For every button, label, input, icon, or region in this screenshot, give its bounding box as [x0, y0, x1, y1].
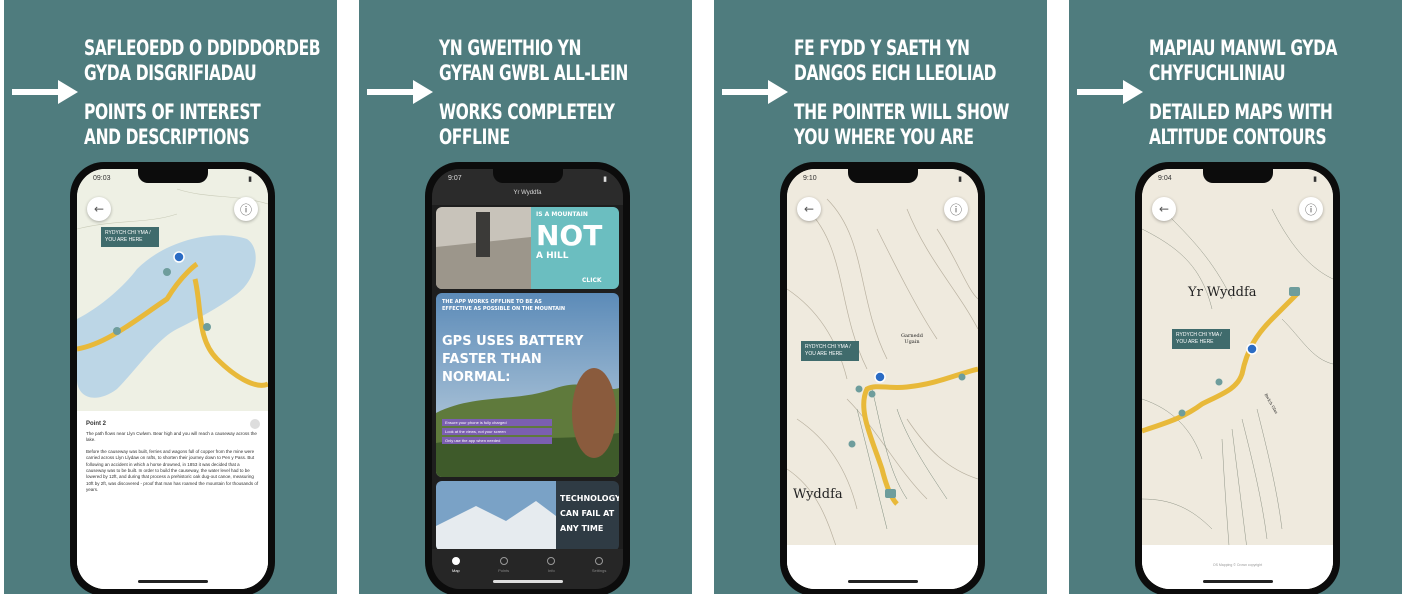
phone-frame: 9:10 ▮ ← ⓘ RYDYCH CHI YMA / YOU ARE HERE…	[780, 162, 985, 594]
pointer-arrow-icon	[722, 80, 788, 104]
tab-points[interactable]: Points	[489, 557, 519, 573]
battery-headline: GPS USES BATTERY FASTER THAN NORMAL:	[442, 334, 584, 385]
map-place-label: Wyddfa	[793, 487, 843, 502]
tip-item: Only use the app when needed	[442, 437, 552, 444]
status-time: 9:04	[1158, 175, 1172, 182]
you-are-here-label: RYDYCH CHI YMA / YOU ARE HERE	[101, 227, 159, 247]
caption-welsh: MAPIAU MANWL GYDA CHYFUCHLINIAU	[1149, 36, 1338, 85]
phone-notch	[137, 169, 208, 183]
feed-card-technology[interactable]: TECHNOLOGY CAN FAIL AT ANY TIME	[436, 481, 619, 551]
gear-icon	[595, 557, 604, 565]
phone-notch	[1202, 169, 1273, 183]
caption-welsh: SAFLEOEDD O DDIDDORDEB GYDA DISGRIFIADAU	[84, 36, 321, 85]
caption-welsh: FE FYDD Y SAETH YN DANGOS EICH LLEOLIAD	[794, 36, 997, 85]
nav-title: Yr Wyddfa	[513, 190, 542, 196]
map-attribution: OS Mapping © Crown copyright	[1212, 563, 1263, 567]
points-tab-icon	[499, 557, 508, 565]
offline-note: THE APP WORKS OFFLINE TO BE AS EFFECTIVE…	[442, 299, 566, 312]
pointer-arrow-icon	[367, 80, 433, 104]
caption-welsh: YN GWEITHIO YN GYFAN GWBL ALL-LEIN	[439, 36, 628, 85]
battery-icon: ▮	[603, 176, 607, 183]
home-indicator[interactable]	[492, 580, 563, 583]
feed-card-mountain[interactable]: IS A MOUNTAIN NOT A HILL CLICK	[436, 207, 619, 289]
tab-map[interactable]: Map	[441, 557, 471, 573]
promo-panel-points-of-interest: SAFLEOEDD O DDIDDORDEB GYDA DISGRIFIADAU …	[4, 0, 337, 594]
tab-label: Settings	[591, 568, 607, 573]
back-arrow-icon[interactable]: ←	[797, 197, 821, 221]
home-indicator[interactable]	[137, 580, 208, 583]
back-arrow-icon[interactable]: ←	[87, 197, 111, 221]
map-tab-icon	[451, 557, 460, 565]
back-arrow-icon[interactable]: ←	[1152, 197, 1176, 221]
caption-english: THE POINTER WILL SHOW YOU WHERE YOU ARE	[794, 100, 1009, 149]
promo-panel-pointer: FE FYDD Y SAETH YN DANGOS EICH LLEOLIAD T…	[714, 0, 1047, 594]
point-description: The path flows near Llyn Cwlwm. Bear hig…	[86, 431, 257, 443]
status-time: 09:03	[93, 175, 111, 182]
tab-label: Info	[548, 568, 555, 573]
map-place-label: Garnedd Ugain	[901, 333, 923, 345]
caption-english: WORKS COMPLETELY OFFLINE	[439, 100, 615, 149]
point-detail-sheet: Point 2 The path flows near Llyn Cwlwm. …	[77, 411, 268, 589]
tab-info[interactable]: Info	[536, 557, 566, 573]
phone-notch	[847, 169, 918, 183]
caption-english: POINTS OF INTEREST AND DESCRIPTIONS	[84, 100, 261, 149]
home-indicator[interactable]	[1202, 580, 1273, 583]
status-time: 9:10	[803, 175, 817, 182]
feed-card-battery[interactable]: THE APP WORKS OFFLINE TO BE AS EFFECTIVE…	[436, 293, 619, 477]
tab-label: Map	[451, 568, 460, 573]
card-text-sub: A HILL	[536, 251, 569, 261]
technology-warning: TECHNOLOGY CAN FAIL AT ANY TIME	[560, 494, 619, 533]
tab-label: Points	[498, 568, 510, 573]
tip-item: Ensure your phone is fully charged	[442, 419, 552, 426]
map-place-label: Yr Wyddfa	[1188, 285, 1257, 300]
phone-frame: 9:07 ▮ Yr Wyddfa IS A MOUNTAIN NOT A HIL…	[425, 162, 630, 594]
tab-settings[interactable]: Settings	[584, 557, 614, 573]
info-icon[interactable]: ⓘ	[234, 197, 258, 221]
phone-notch	[492, 169, 563, 183]
caption-english: DETAILED MAPS WITH ALTITUDE CONTOURS	[1149, 100, 1333, 149]
pointer-arrow-icon	[1077, 80, 1143, 104]
point-title: Point 2	[86, 421, 107, 427]
tab-bar: Map Points Info Settings	[432, 549, 623, 589]
you-are-here-label: RYDYCH CHI YMA / YOU ARE HERE	[801, 341, 859, 361]
info-icon[interactable]: ⓘ	[944, 197, 968, 221]
click-label[interactable]: CLICK	[582, 277, 602, 284]
phone-frame: 09:03 BARRY MT. ▮ ← ⓘ RYDYCH CHI YMA / Y…	[70, 162, 275, 594]
info-icon[interactable]: ⓘ	[1299, 197, 1323, 221]
card-text-big: NOT	[536, 219, 603, 252]
app-screen: 09:03 BARRY MT. ▮ ← ⓘ RYDYCH CHI YMA / Y…	[77, 169, 268, 589]
promo-panel-offline: YN GWEITHIO YN GYFAN GWBL ALL-LEIN WORKS …	[359, 0, 692, 594]
app-screen: 9:10 ▮ ← ⓘ RYDYCH CHI YMA / YOU ARE HERE…	[787, 169, 978, 589]
tips-list: Ensure your phone is fully charged Look …	[442, 419, 552, 444]
tip-item: Look at the views, not your screen	[442, 428, 552, 435]
phone-frame: 9:04 ▮ ← ⓘ Yr Wyddfa RYDYCH CHI YMA / YO…	[1135, 162, 1340, 594]
map-view[interactable]	[787, 169, 978, 589]
status-time: 9:07	[448, 175, 462, 182]
pointer-arrow-icon	[12, 80, 78, 104]
battery-icon: ▮	[248, 176, 252, 183]
home-indicator[interactable]	[847, 580, 918, 583]
battery-icon: ▮	[958, 176, 962, 183]
card-text-top: IS A MOUNTAIN	[536, 211, 588, 218]
you-are-here-label: RYDYCH CHI YMA / YOU ARE HERE	[1172, 329, 1230, 349]
info-tab-icon	[547, 557, 556, 565]
app-screen: 9:07 ▮ Yr Wyddfa IS A MOUNTAIN NOT A HIL…	[432, 169, 623, 589]
map-view[interactable]	[1142, 169, 1333, 589]
app-screen: 9:04 ▮ ← ⓘ Yr Wyddfa RYDYCH CHI YMA / YO…	[1142, 169, 1333, 589]
close-icon[interactable]	[250, 419, 260, 429]
battery-icon: ▮	[1313, 176, 1317, 183]
promo-panel-contours: MAPIAU MANWL GYDA CHYFUCHLINIAU DETAILED …	[1069, 0, 1402, 594]
point-history: Before the causeway was built, ferries a…	[86, 448, 259, 493]
